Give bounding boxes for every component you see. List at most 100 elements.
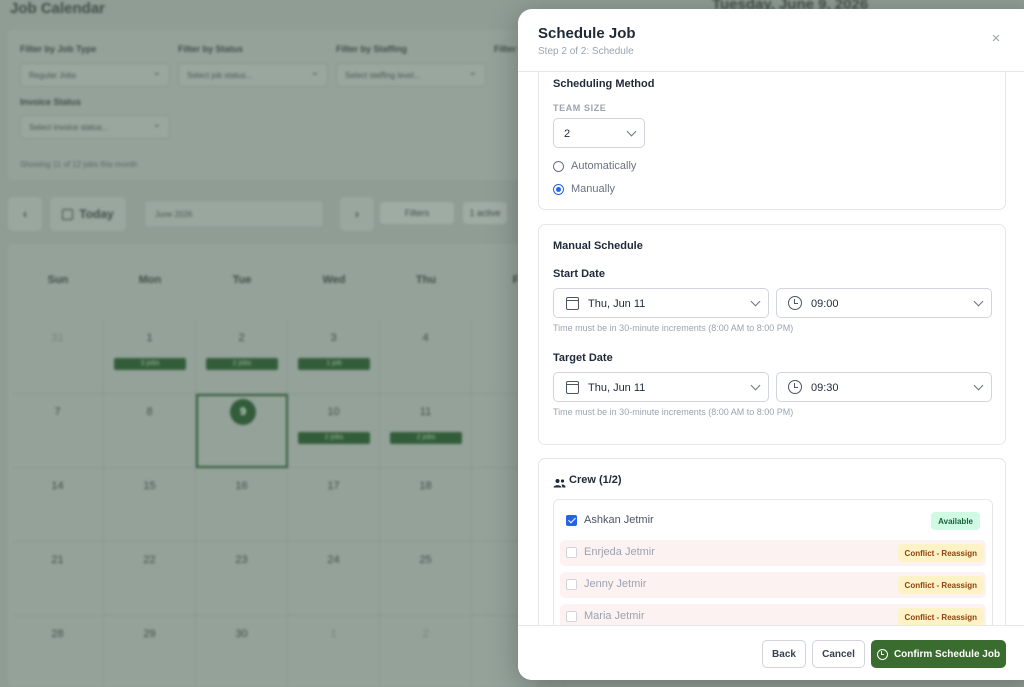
jobs-count-badge[interactable]: 2 jobs bbox=[390, 432, 462, 444]
crew-member-row[interactable]: Maria Jetmir Conflict - Reassign bbox=[560, 604, 986, 625]
month-calendar-grid: SunMonTueWedThuFr3113 jobs22 jobs31 job4… bbox=[8, 244, 564, 687]
crew-member-row[interactable]: Jenny Jetmir Conflict - Reassign bbox=[560, 572, 986, 598]
close-icon[interactable]: × bbox=[986, 29, 1006, 49]
day-number: 29 bbox=[143, 628, 156, 640]
calendar-day-cell[interactable]: 14 bbox=[12, 468, 104, 542]
calendar-icon bbox=[62, 208, 74, 220]
calendar-day-cell[interactable]: 2 bbox=[380, 616, 472, 687]
radio-automatically-control[interactable] bbox=[553, 160, 564, 172]
calendar-day-cell[interactable]: 17 bbox=[288, 468, 380, 542]
status-badge[interactable]: Conflict - Reassign bbox=[897, 544, 984, 562]
calendar-day-cell[interactable]: 24 bbox=[288, 542, 380, 616]
manual-schedule-card: Manual Schedule Start Date Thu, Jun 11 0… bbox=[538, 224, 1006, 445]
radio-manually[interactable]: Manually bbox=[553, 183, 615, 195]
chevron-down-icon bbox=[750, 380, 761, 391]
calendar-day-cell[interactable]: 22 bbox=[104, 542, 196, 616]
calendar-day-cell[interactable]: 31 bbox=[12, 320, 104, 394]
day-number: 24 bbox=[327, 554, 340, 566]
day-number: 2 bbox=[238, 332, 245, 344]
status-badge[interactable]: Conflict - Reassign bbox=[897, 576, 984, 594]
calendar-day-cell[interactable]: 23 bbox=[196, 542, 288, 616]
chevron-down-icon bbox=[626, 126, 637, 137]
radio-automatically[interactable]: Automatically bbox=[553, 160, 636, 172]
modal-title: Schedule Job bbox=[538, 25, 636, 42]
modal-body: Scheduling Method TEAM SIZE 2 Automatica… bbox=[518, 72, 1024, 625]
calendar-day-cell[interactable]: 10 2 jobs bbox=[288, 394, 380, 468]
day-number: 7 bbox=[54, 406, 61, 418]
filter-job-type-select[interactable]: Regular Jobs bbox=[20, 63, 170, 87]
radio-manually-control[interactable] bbox=[553, 183, 564, 195]
prev-month-button[interactable]: ‹ bbox=[8, 197, 42, 231]
crew-member-row[interactable]: Enrjeda Jetmir Conflict - Reassign bbox=[560, 540, 986, 566]
calendar-day-cell[interactable]: 8 bbox=[104, 394, 196, 468]
calendar-icon bbox=[566, 381, 579, 394]
filter-job-type-label: Filter by Job Type bbox=[20, 44, 97, 54]
crew-member-checkbox[interactable] bbox=[566, 515, 577, 526]
weekday-header: Thu bbox=[415, 274, 437, 286]
calendar-day-cell[interactable]: 21 bbox=[12, 542, 104, 616]
crew-member-checkbox[interactable] bbox=[566, 611, 577, 622]
next-month-button[interactable]: › bbox=[340, 197, 374, 231]
calendar-day-cell[interactable]: 16 bbox=[196, 468, 288, 542]
jobs-count-badge[interactable]: 3 jobs bbox=[114, 358, 186, 370]
crew-member-row[interactable]: Ashkan Jetmir Available bbox=[560, 508, 986, 534]
calendar-day-cell[interactable]: 11 2 jobs bbox=[380, 394, 472, 468]
start-time-select[interactable]: 09:00 bbox=[776, 288, 992, 318]
day-number: 15 bbox=[143, 480, 156, 492]
target-time-select[interactable]: 09:30 bbox=[776, 372, 992, 402]
target-time-hint: Time must be in 30-minute increments (8:… bbox=[553, 407, 794, 417]
filter-staffing-select[interactable]: Select staffing level... bbox=[336, 63, 486, 87]
calendar-day-cell[interactable]: 15 bbox=[104, 468, 196, 542]
radio-manually-label: Manually bbox=[571, 183, 616, 195]
calendar-day-cell[interactable]: 29 bbox=[104, 616, 196, 687]
target-date-select[interactable]: Thu, Jun 11 bbox=[553, 372, 769, 402]
modal-header: Schedule Job Step 2 of 2: Schedule × bbox=[518, 9, 1024, 72]
clock-icon bbox=[788, 380, 802, 394]
users-icon bbox=[553, 479, 566, 488]
day-number: 25 bbox=[419, 554, 432, 566]
filter-status-select[interactable]: Select job status... bbox=[178, 63, 328, 87]
month-select[interactable]: June 2026 bbox=[144, 200, 324, 228]
day-number: 4 bbox=[422, 332, 429, 344]
calendar-day-cell[interactable]: 1 3 jobs bbox=[104, 320, 196, 394]
crew-list: Ashkan Jetmir Available Enrjeda Jetmir C… bbox=[553, 499, 993, 625]
modal-step-subtitle: Step 2 of 2: Schedule bbox=[538, 46, 634, 57]
weekday-header: Wed bbox=[322, 274, 346, 286]
calendar-day-cell[interactable]: 1 bbox=[288, 616, 380, 687]
invoice-status-select[interactable]: Select invoice status... bbox=[20, 115, 170, 139]
start-date-value: Thu, Jun 11 bbox=[588, 298, 646, 310]
status-badge: Available bbox=[931, 512, 980, 530]
status-badge[interactable]: Conflict - Reassign bbox=[897, 608, 984, 625]
team-size-select[interactable]: 2 bbox=[553, 118, 645, 148]
confirm-schedule-job-button[interactable]: Confirm Schedule Job bbox=[871, 640, 1006, 668]
calendar-day-cell[interactable]: 18 bbox=[380, 468, 472, 542]
day-number: 16 bbox=[235, 480, 248, 492]
crew-member-checkbox[interactable] bbox=[566, 547, 577, 558]
day-number: 30 bbox=[235, 628, 248, 640]
scheduling-method-card: Scheduling Method TEAM SIZE 2 Automatica… bbox=[538, 72, 1006, 210]
target-date-value: Thu, Jun 11 bbox=[588, 382, 646, 394]
today-button[interactable]: Today bbox=[50, 197, 126, 231]
cancel-button[interactable]: Cancel bbox=[812, 640, 865, 668]
calendar-day-cell[interactable]: 25 bbox=[380, 542, 472, 616]
start-time-value: 09:00 bbox=[811, 298, 839, 310]
today-marker: 9 bbox=[230, 399, 256, 425]
day-number: 8 bbox=[146, 406, 153, 418]
start-date-select[interactable]: Thu, Jun 11 bbox=[553, 288, 769, 318]
calendar-day-cell[interactable]: 7 bbox=[12, 394, 104, 468]
jobs-count-badge[interactable]: 2 jobs bbox=[298, 432, 370, 444]
calendar-day-cell[interactable]: 30 bbox=[196, 616, 288, 687]
calendar-day-cell[interactable]: 28 bbox=[12, 616, 104, 687]
weekday-header: Tue bbox=[232, 274, 252, 286]
scheduling-method-title: Scheduling Method bbox=[553, 78, 655, 90]
calendar-day-cell[interactable]: 3 1 job bbox=[288, 320, 380, 394]
calendar-day-cell[interactable]: 4 bbox=[380, 320, 472, 394]
jobs-count-badge[interactable]: 2 jobs bbox=[206, 358, 278, 370]
crew-member-checkbox[interactable] bbox=[566, 579, 577, 590]
back-button[interactable]: Back bbox=[762, 640, 806, 668]
showing-count: Showing 11 of 12 jobs this month bbox=[20, 160, 138, 169]
calendar-day-cell[interactable]: 2 2 jobs bbox=[196, 320, 288, 394]
filters-button[interactable]: Filters bbox=[380, 202, 454, 224]
jobs-count-badge[interactable]: 1 job bbox=[298, 358, 370, 370]
calendar-day-cell[interactable]: 9 bbox=[196, 394, 288, 468]
